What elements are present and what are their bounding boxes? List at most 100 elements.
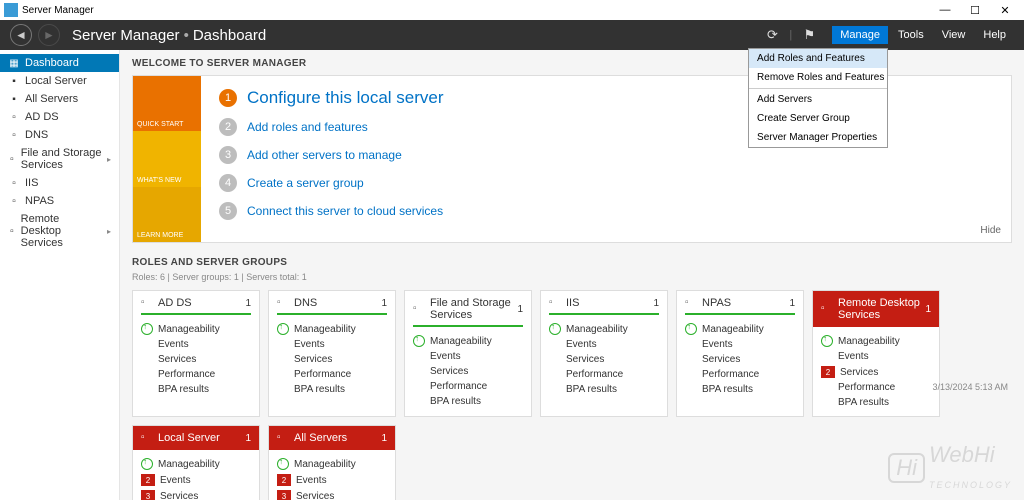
tile-count: 1: [653, 298, 659, 309]
status-ok-icon: [277, 323, 289, 335]
tile-row[interactable]: Manageability: [413, 333, 523, 349]
role-icon: ▫: [549, 297, 561, 309]
status-ok-icon: [685, 323, 697, 335]
sidebar: ▦Dashboard▪Local Server▪All Servers▫AD D…: [0, 50, 120, 500]
status-ok-icon: [141, 458, 153, 470]
tile-title: All Servers: [294, 432, 376, 444]
sidebar-item-file-and-storage-services[interactable]: ▫File and Storage Services▸: [0, 144, 119, 174]
dropdown-item[interactable]: Add Roles and Features: [749, 49, 887, 68]
sidebar-item-dns[interactable]: ▫DNS: [0, 126, 119, 144]
role-icon: ▫: [8, 111, 20, 123]
tile-row[interactable]: BPA results: [821, 395, 931, 410]
quickstart-link[interactable]: Add other servers to manage: [247, 148, 402, 162]
tile-row[interactable]: Services: [141, 352, 251, 367]
sidebar-item-label: All Servers: [25, 93, 78, 105]
tile-row[interactable]: Performance: [549, 367, 659, 382]
tile-title: Local Server: [158, 432, 240, 444]
tile-row[interactable]: 3Services: [277, 488, 387, 500]
error-badge: 2: [141, 474, 155, 486]
tile-row[interactable]: Manageability: [549, 321, 659, 337]
tile-row[interactable]: Services: [413, 364, 523, 379]
sidebar-item-ad-ds[interactable]: ▫AD DS: [0, 108, 119, 126]
role-icon: ▫: [8, 225, 16, 237]
sidebar-item-all-servers[interactable]: ▪All Servers: [0, 90, 119, 108]
tile-row[interactable]: Services: [685, 352, 795, 367]
tile-row[interactable]: Services: [277, 352, 387, 367]
tile-row[interactable]: Performance: [141, 367, 251, 382]
configure-link[interactable]: Configure this local server: [247, 88, 444, 108]
tile-row[interactable]: Performance: [277, 367, 387, 382]
tile-row[interactable]: Performance: [821, 380, 931, 395]
tile-row[interactable]: Events: [549, 337, 659, 352]
dropdown-item[interactable]: Remove Roles and Features: [749, 68, 887, 87]
refresh-icon[interactable]: ⟳: [763, 26, 781, 44]
tile-row[interactable]: 3Services: [141, 488, 251, 500]
tile-row-label: BPA results: [294, 384, 345, 395]
quickstart-link[interactable]: Create a server group: [247, 176, 364, 190]
role-tile-file-and-storage-services[interactable]: ▫File and Storage Services1Manageability…: [404, 290, 532, 417]
tile-row[interactable]: BPA results: [141, 382, 251, 397]
tile-row[interactable]: Manageability: [821, 333, 931, 349]
tile-row[interactable]: BPA results: [685, 382, 795, 397]
sidebar-item-npas[interactable]: ▫NPAS: [0, 192, 119, 210]
role-tile-ad-ds[interactable]: ▫AD DS1ManageabilityEventsServicesPerfor…: [132, 290, 260, 417]
tile-row[interactable]: Manageability: [277, 456, 387, 472]
hide-link[interactable]: Hide: [980, 225, 1001, 236]
srv-icon: ▪: [8, 75, 20, 87]
tile-title: AD DS: [158, 297, 240, 309]
tile-row[interactable]: BPA results: [277, 382, 387, 397]
sidebar-item-iis[interactable]: ▫IIS: [0, 174, 119, 192]
tile-row[interactable]: Events: [685, 337, 795, 352]
tile-row[interactable]: Performance: [413, 379, 523, 394]
tile-row[interactable]: 2Events: [277, 472, 387, 488]
tile-row[interactable]: Manageability: [141, 456, 251, 472]
tile-row[interactable]: Events: [413, 349, 523, 364]
role-tile-all-servers[interactable]: ▫All Servers1Manageability2Events3Servic…: [268, 425, 396, 500]
tile-row[interactable]: Events: [141, 337, 251, 352]
tile-row-label: Manageability: [158, 324, 220, 335]
dropdown-item[interactable]: Add Servers: [749, 90, 887, 109]
tile-row[interactable]: Manageability: [277, 321, 387, 337]
tile-row[interactable]: Services: [549, 352, 659, 367]
tile-row[interactable]: BPA results: [413, 394, 523, 409]
forward-button[interactable]: ►: [38, 24, 60, 46]
dropdown-item[interactable]: Server Manager Properties: [749, 128, 887, 147]
tile-row[interactable]: Events: [821, 349, 931, 364]
menu-tools[interactable]: Tools: [890, 26, 932, 44]
status-ok-icon: [277, 458, 289, 470]
menu-help[interactable]: Help: [975, 26, 1014, 44]
menu-manage[interactable]: ManageAdd Roles and FeaturesRemove Roles…: [832, 26, 888, 44]
maximize-button[interactable]: ☐: [960, 4, 990, 17]
quickstart-link[interactable]: Connect this server to cloud services: [247, 204, 443, 218]
menu-view[interactable]: View: [934, 26, 974, 44]
quickstart-link[interactable]: Add roles and features: [247, 120, 368, 134]
role-tile-npas[interactable]: ▫NPAS1ManageabilityEventsServicesPerform…: [676, 290, 804, 417]
tile-count: 1: [381, 433, 387, 444]
role-tile-remote-desktop-services[interactable]: ▫Remote Desktop Services1ManageabilityEv…: [812, 290, 940, 417]
role-icon: ▫: [277, 297, 289, 309]
tile-row-label: Services: [430, 366, 468, 377]
flag-icon[interactable]: ⚑: [800, 26, 818, 44]
tile-row[interactable]: Events: [277, 337, 387, 352]
tile-row[interactable]: Manageability: [685, 321, 795, 337]
role-tile-dns[interactable]: ▫DNS1ManageabilityEventsServicesPerforma…: [268, 290, 396, 417]
welcome-tile[interactable]: LEARN MORE: [133, 187, 201, 242]
sidebar-item-dashboard[interactable]: ▦Dashboard: [0, 54, 119, 72]
welcome-tile[interactable]: QUICK START: [133, 76, 201, 131]
welcome-tile[interactable]: WHAT'S NEW: [133, 131, 201, 186]
tile-row[interactable]: BPA results: [549, 382, 659, 397]
minimize-button[interactable]: —: [930, 4, 960, 16]
tile-row[interactable]: 2Events: [141, 472, 251, 488]
close-button[interactable]: ✕: [990, 4, 1020, 17]
sidebar-item-local-server[interactable]: ▪Local Server: [0, 72, 119, 90]
tile-row[interactable]: 2Services: [821, 364, 931, 380]
role-tile-iis[interactable]: ▫IIS1ManageabilityEventsServicesPerforma…: [540, 290, 668, 417]
back-button[interactable]: ◄: [10, 24, 32, 46]
tile-row[interactable]: Manageability: [141, 321, 251, 337]
main-content: WELCOME TO SERVER MANAGER QUICK STARTWHA…: [120, 50, 1024, 500]
tile-row[interactable]: Performance: [685, 367, 795, 382]
timestamp: 3/13/2024 5:13 AM: [932, 382, 1008, 392]
sidebar-item-remote-desktop-services[interactable]: ▫Remote Desktop Services▸: [0, 210, 119, 252]
dropdown-item[interactable]: Create Server Group: [749, 109, 887, 128]
role-tile-local-server[interactable]: ▫Local Server1Manageability2Events3Servi…: [132, 425, 260, 500]
